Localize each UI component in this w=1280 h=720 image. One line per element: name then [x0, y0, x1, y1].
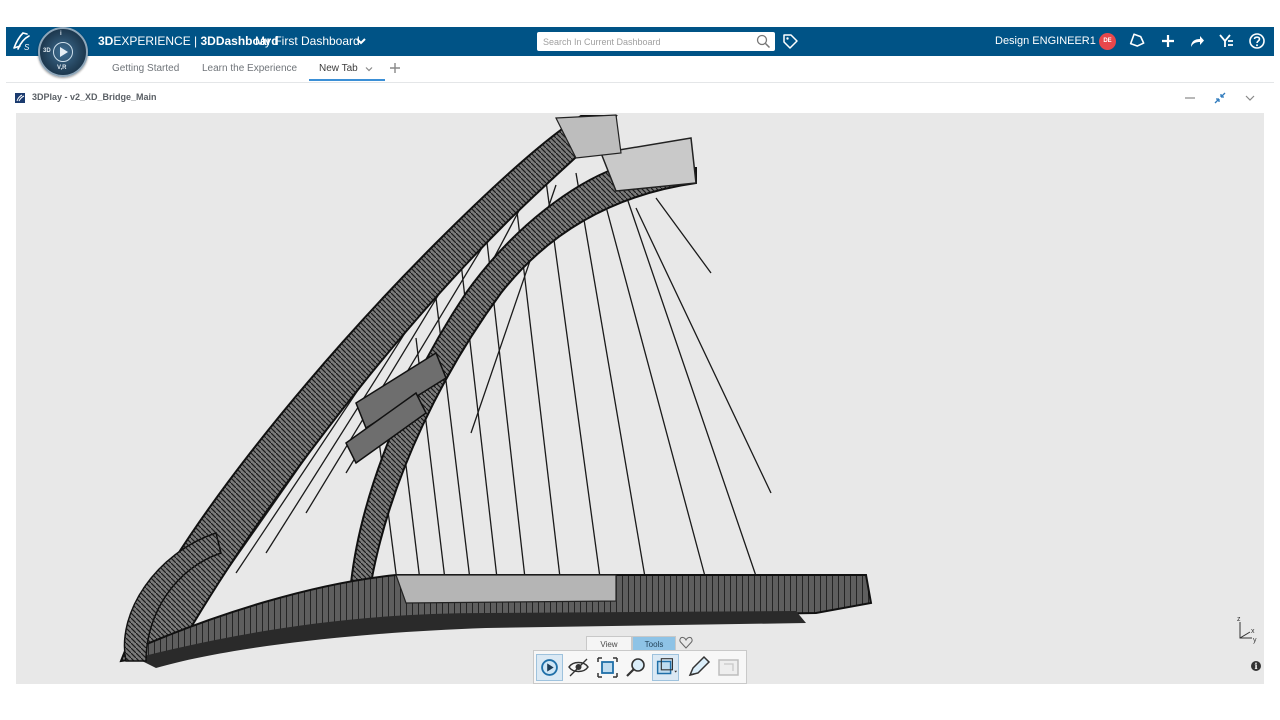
search-box	[537, 32, 775, 51]
3dplay-app-icon	[15, 93, 25, 103]
avatar[interactable]: DE	[1099, 33, 1116, 50]
axis-triad-icon[interactable]: z x y	[1234, 614, 1258, 644]
title-separator: |	[190, 34, 201, 48]
zoom-icon[interactable]	[623, 654, 650, 681]
svg-text:S: S	[24, 43, 30, 52]
3d-viewer[interactable]: z x y i View Tools	[16, 113, 1264, 684]
annotate-icon[interactable]	[685, 654, 712, 681]
tab-learn-the-experience[interactable]: Learn the Experience	[202, 63, 297, 74]
chevron-down-icon[interactable]	[355, 35, 367, 47]
fit-all-icon[interactable]	[594, 654, 621, 681]
apps-icon[interactable]	[1217, 32, 1235, 50]
app-title: 3DEXPERIENCE | 3DDashboard	[98, 34, 279, 48]
axis-x-label: x	[1251, 628, 1255, 635]
tag-icon[interactable]	[782, 33, 799, 50]
add-tab-icon[interactable]	[388, 61, 402, 75]
action-tab-tools[interactable]: Tools	[632, 636, 676, 651]
widget-menu-icon[interactable]	[1243, 91, 1257, 105]
widget-header: 3DPlay - v2_XD_Bridge_Main	[6, 83, 1274, 111]
compass-bottom-label: V,R	[57, 65, 67, 71]
info-icon[interactable]: i	[1251, 661, 1261, 671]
axis-z-label: z	[1237, 616, 1241, 623]
top-bar: S i 3D V,R 3DEXPERIENCE | 3DDashboard My…	[6, 27, 1274, 77]
bridge-model[interactable]	[16, 113, 1264, 684]
dashboard-name[interactable]: My First Dashboard	[255, 34, 360, 48]
search-input[interactable]	[537, 32, 753, 51]
restore-icon[interactable]	[1213, 91, 1227, 105]
favorites-heart-icon[interactable]	[679, 636, 693, 649]
minimize-icon[interactable]	[1183, 91, 1197, 105]
widget-title: 3DPlay - v2_XD_Bridge_Main	[32, 92, 157, 102]
brand-experience: EXPERIENCE	[113, 34, 191, 48]
tab-chevron-down-icon[interactable]	[364, 64, 374, 74]
compass-icon[interactable]: i 3D V,R	[38, 27, 88, 77]
search-icon[interactable]	[756, 34, 771, 49]
capture-icon[interactable]	[715, 654, 742, 681]
tab-bar: Getting Started Learn the Experience New…	[6, 56, 1274, 83]
compass-top-label: i	[60, 31, 62, 37]
user-name[interactable]: Design ENGINEER1	[995, 35, 1096, 47]
hide-show-icon[interactable]	[565, 654, 592, 681]
notifications-icon[interactable]	[1129, 32, 1147, 50]
tab-getting-started[interactable]: Getting Started	[112, 63, 179, 74]
tab-new-tab[interactable]: New Tab	[319, 63, 358, 74]
add-icon[interactable]	[1159, 32, 1177, 50]
dashboard-app: S i 3D V,R 3DEXPERIENCE | 3DDashboard My…	[6, 27, 1274, 687]
share-icon[interactable]	[1188, 32, 1206, 50]
brand-3d: 3D	[98, 34, 114, 48]
section-icon[interactable]	[652, 654, 679, 681]
3ds-logo-icon[interactable]: S	[11, 30, 35, 52]
active-tab-indicator	[309, 79, 385, 81]
compass-left-label: 3D	[43, 48, 51, 54]
help-icon[interactable]	[1248, 32, 1266, 50]
action-tab-view[interactable]: View	[586, 636, 632, 651]
action-bar	[533, 650, 747, 684]
play-icon[interactable]	[536, 654, 563, 681]
axis-y-label: y	[1253, 637, 1257, 644]
compass-play-icon[interactable]	[53, 42, 73, 62]
